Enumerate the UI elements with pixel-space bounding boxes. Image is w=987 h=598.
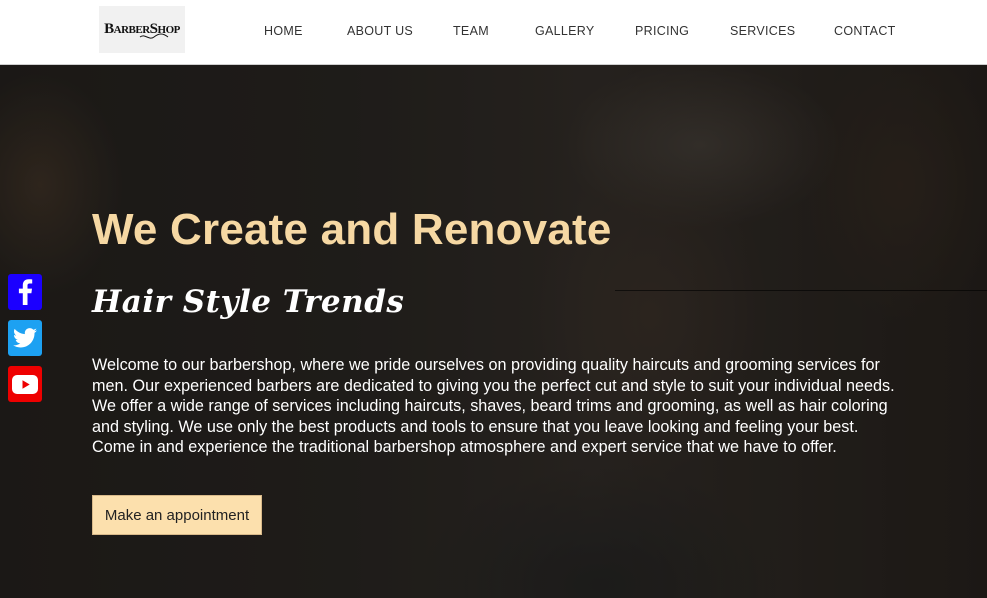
make-appointment-button[interactable]: Make an appointment [92,495,262,535]
nav-services[interactable]: SERVICES [730,24,795,38]
nav-contact[interactable]: CONTACT [834,24,896,38]
social-links [8,274,42,412]
nav-pricing[interactable]: PRICING [635,24,689,38]
hero-subheadline: Hair Style Trends [92,284,405,320]
hero-section: We Create and Renovate Hair Style Trends… [0,65,987,598]
twitter-button[interactable] [8,320,42,356]
youtube-icon [12,374,38,394]
nav-team[interactable]: TEAM [453,24,489,38]
hero-divider-line [615,290,987,291]
youtube-button[interactable] [8,366,42,402]
hero-headline: We Create and Renovate [92,205,612,254]
twitter-icon [13,328,37,348]
main-nav: HOME ABOUT US TEAM GALLERY PRICING SERVI… [0,24,987,40]
facebook-icon [18,279,33,305]
nav-about-us[interactable]: ABOUT US [347,24,413,38]
site-header: BarberShop HOME ABOUT US TEAM GALLERY PR… [0,0,987,65]
hero-intro-text: Welcome to our barbershop, where we prid… [92,356,895,456]
nav-home[interactable]: HOME [264,24,303,38]
facebook-button[interactable] [8,274,42,310]
nav-gallery[interactable]: GALLERY [535,24,595,38]
